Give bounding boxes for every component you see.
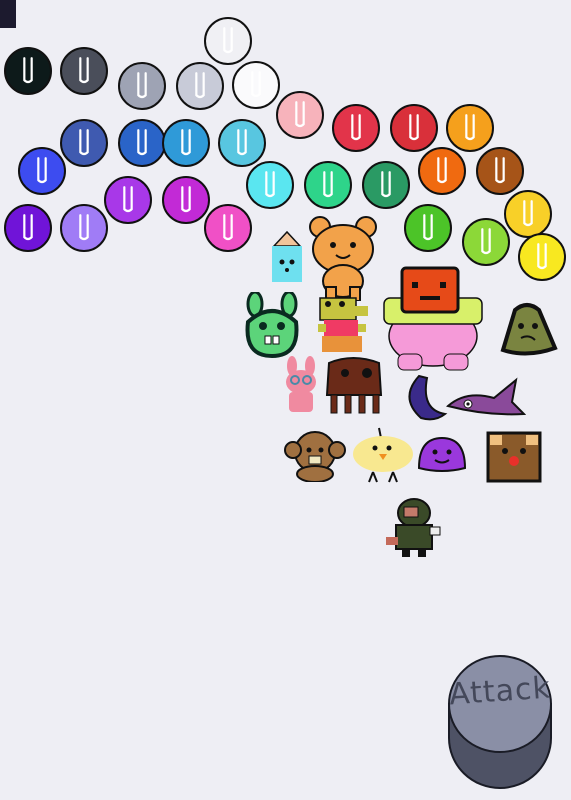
ball[interactable] bbox=[390, 104, 438, 152]
brown-box-creature-monster[interactable] bbox=[323, 355, 385, 419]
ball[interactable] bbox=[518, 233, 566, 281]
purple-fish-monster[interactable] bbox=[445, 376, 527, 420]
ball[interactable] bbox=[18, 147, 66, 195]
ball[interactable] bbox=[418, 147, 466, 195]
ball[interactable] bbox=[362, 161, 410, 209]
zombie-kid-monster[interactable] bbox=[384, 497, 444, 563]
menu-corner-block bbox=[0, 0, 16, 28]
ball[interactable] bbox=[462, 218, 510, 266]
ball[interactable] bbox=[232, 61, 280, 109]
pink-ogre-monster[interactable] bbox=[382, 266, 484, 376]
bear-face-block-monster[interactable] bbox=[486, 431, 542, 487]
purple-crescent-monster[interactable] bbox=[405, 374, 449, 426]
game-stage: Attack bbox=[0, 0, 571, 800]
ball[interactable] bbox=[504, 190, 552, 238]
ball[interactable] bbox=[304, 161, 352, 209]
ball[interactable] bbox=[162, 119, 210, 167]
ball[interactable] bbox=[104, 176, 152, 224]
ball[interactable] bbox=[246, 161, 294, 209]
purple-slime-monster[interactable] bbox=[417, 434, 467, 478]
ball[interactable] bbox=[162, 176, 210, 224]
ball[interactable] bbox=[176, 62, 224, 110]
ball[interactable] bbox=[476, 147, 524, 195]
ball[interactable] bbox=[118, 119, 166, 167]
olive-blob-monster[interactable] bbox=[497, 302, 559, 360]
yellow-croc-monster[interactable] bbox=[314, 296, 370, 360]
attack-button[interactable]: Attack bbox=[447, 652, 553, 790]
pink-bunny-monster[interactable] bbox=[283, 356, 319, 418]
ball[interactable] bbox=[4, 204, 52, 252]
ball[interactable] bbox=[60, 47, 108, 95]
ball[interactable] bbox=[204, 17, 252, 65]
ball[interactable] bbox=[204, 204, 252, 252]
green-bunny-monster[interactable] bbox=[243, 290, 301, 362]
orange-bear-monster[interactable] bbox=[308, 215, 378, 305]
cyan-block-monster[interactable] bbox=[270, 230, 304, 288]
ball[interactable] bbox=[60, 119, 108, 167]
ball[interactable] bbox=[404, 204, 452, 252]
ball[interactable] bbox=[118, 62, 166, 110]
attack-label: Attack bbox=[448, 670, 552, 713]
ball[interactable] bbox=[60, 204, 108, 252]
yellow-chick-monster[interactable] bbox=[349, 426, 417, 488]
brown-fuzzy-monster[interactable] bbox=[283, 428, 347, 486]
ball[interactable] bbox=[4, 47, 52, 95]
ball[interactable] bbox=[446, 104, 494, 152]
ball[interactable] bbox=[332, 104, 380, 152]
ball[interactable] bbox=[276, 91, 324, 139]
ball[interactable] bbox=[218, 119, 266, 167]
